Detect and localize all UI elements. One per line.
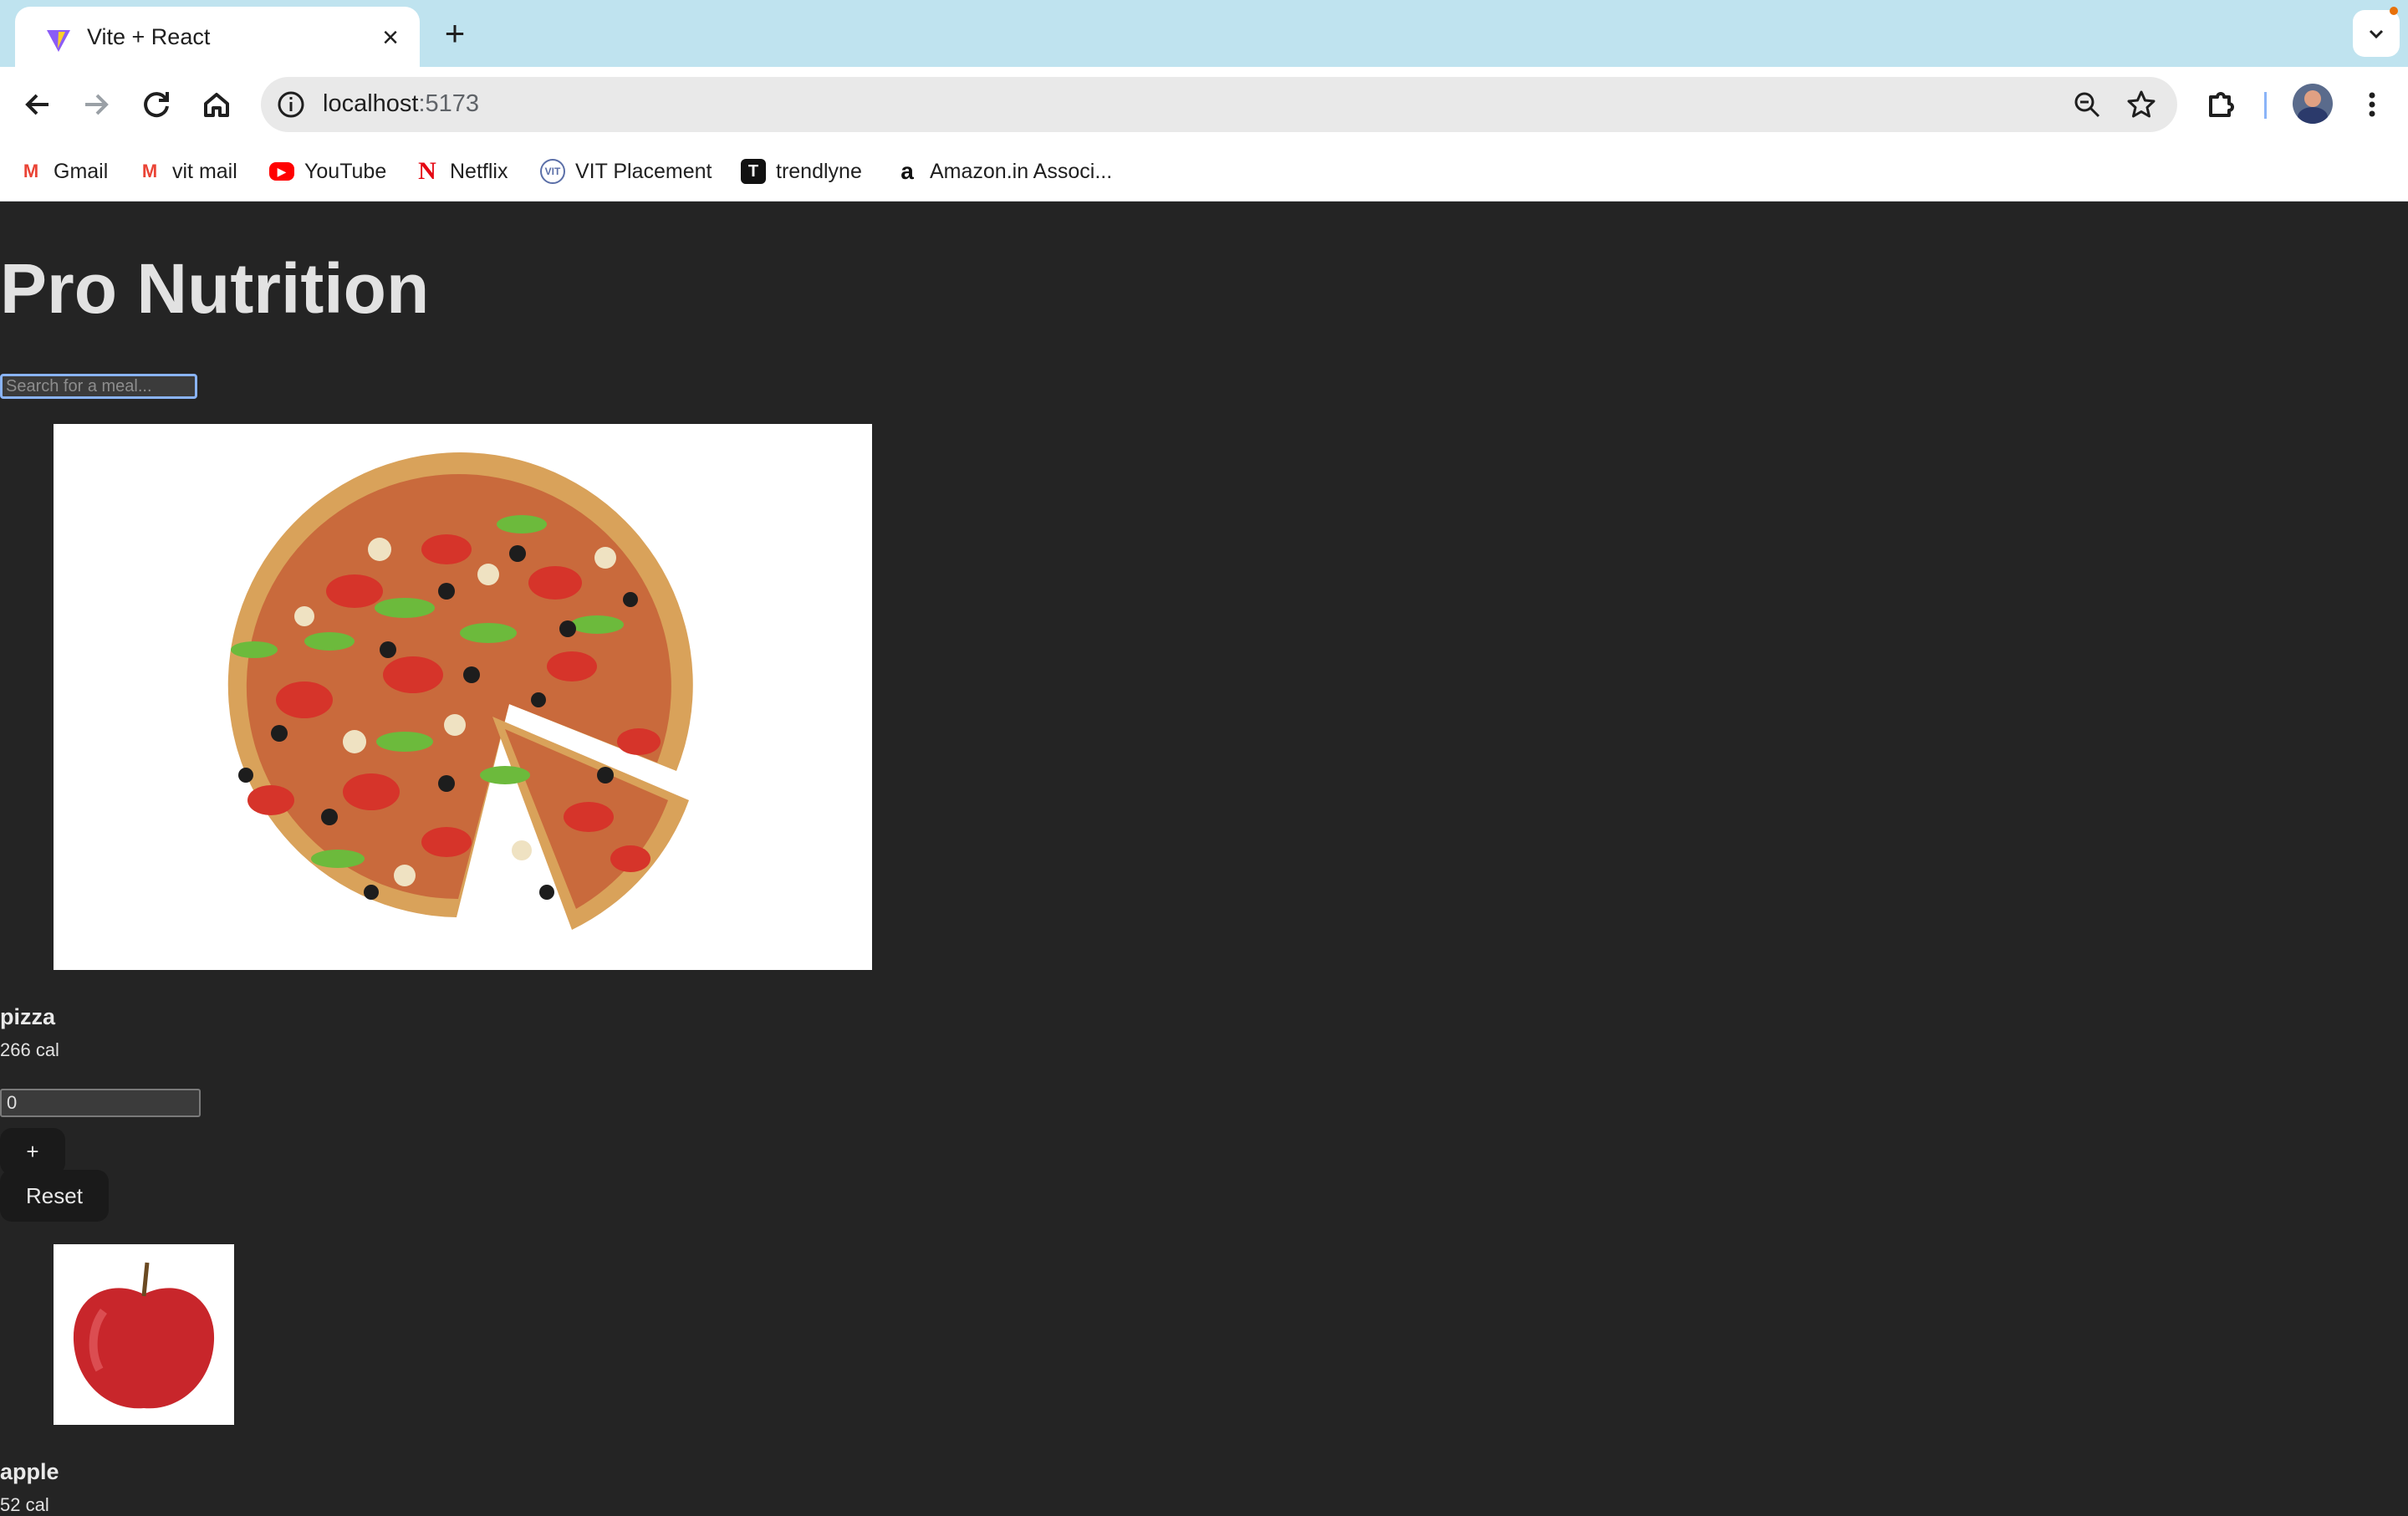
apple-illustration <box>73 1262 215 1409</box>
bookmark-youtube[interactable]: ▶ YouTube <box>269 157 386 186</box>
netflix-icon: N <box>418 157 436 185</box>
forward-button[interactable] <box>77 85 115 124</box>
bookmark-label: YouTube <box>304 159 387 183</box>
bookmark-star-icon[interactable] <box>2125 89 2157 120</box>
amazon-icon: a <box>900 158 914 184</box>
avatar-body <box>2298 107 2328 124</box>
youtube-icon: ▶ <box>269 162 294 181</box>
food-name: apple <box>0 1459 59 1484</box>
food-name: pizza <box>0 1004 56 1029</box>
profile-avatar[interactable] <box>2293 84 2333 124</box>
menu-button[interactable] <box>2353 85 2391 124</box>
vite-favicon-icon <box>47 30 70 52</box>
pizza-illustration <box>227 452 693 930</box>
avatar-face <box>2304 90 2321 107</box>
gmail-icon: M <box>141 161 158 181</box>
food-calories: 52 cal <box>0 1494 49 1515</box>
bookmark-trendlyne[interactable]: T trendlyne <box>741 157 862 186</box>
tab-title: Vite + React <box>87 24 211 49</box>
tab-strip: Vite + React × + <box>0 0 2408 67</box>
trendlyne-icon: T <box>741 159 766 184</box>
food-calories: 266 cal <box>0 1039 59 1060</box>
vit-icon: VIT <box>540 159 565 184</box>
home-icon <box>204 93 229 117</box>
reload-icon <box>144 92 169 118</box>
pizza-image <box>54 424 872 970</box>
puzzle-icon <box>2209 92 2234 117</box>
add-button[interactable]: + <box>0 1128 65 1175</box>
site-info-icon[interactable] <box>276 89 306 120</box>
more-vertical-icon <box>2369 92 2375 117</box>
app-page: Pro Nutrition Search for a meal... pizza… <box>0 202 2408 1515</box>
reset-button[interactable]: Reset <box>0 1170 109 1222</box>
home-button[interactable] <box>197 85 236 124</box>
bookmarks-bar: M Gmail M vit mail ▶ YouTube N Netflix V… <box>0 142 2408 202</box>
url-text: localhost:5173 <box>323 90 479 118</box>
url-host: localhost <box>323 90 419 117</box>
extensions-button[interactable] <box>2202 85 2241 124</box>
bookmark-label: vit mail <box>172 159 237 183</box>
tab-search-button[interactable] <box>2353 10 2400 57</box>
url-port: :5173 <box>418 90 480 117</box>
bookmark-label: trendlyne <box>776 159 862 183</box>
bookmark-vit-placement[interactable]: VIT VIT Placement <box>540 157 712 186</box>
reload-button[interactable] <box>137 85 176 124</box>
quantity-input[interactable] <box>0 1089 201 1117</box>
address-bar[interactable]: localhost:5173 <box>261 77 2177 132</box>
arrow-right-icon <box>85 94 109 115</box>
bookmark-label: Amazon.in Associ... <box>930 159 1113 183</box>
new-tab-icon[interactable]: + <box>436 15 473 52</box>
bookmark-label: VIT Placement <box>575 159 712 183</box>
active-tab[interactable]: Vite + React × <box>15 7 420 67</box>
page-title: Pro Nutrition <box>0 249 430 328</box>
bookmark-vit-mail[interactable]: M vit mail <box>137 157 237 186</box>
gmail-icon: M <box>23 161 39 181</box>
close-tab-icon[interactable]: × <box>376 23 405 52</box>
toolbar-divider <box>2264 92 2267 119</box>
notification-dot <box>2390 7 2398 15</box>
meal-search-input[interactable] <box>0 374 197 399</box>
chevron-down-icon <box>2369 29 2384 39</box>
back-button[interactable] <box>18 85 57 124</box>
bookmark-label: Gmail <box>54 159 109 183</box>
bookmark-netflix[interactable]: N Netflix <box>415 157 508 186</box>
zoom-icon[interactable] <box>2072 89 2102 120</box>
bookmark-label: Netflix <box>450 159 508 183</box>
bookmark-gmail[interactable]: M Gmail <box>18 157 108 186</box>
arrow-left-icon <box>25 94 48 115</box>
bookmark-amazon[interactable]: a Amazon.in Associ... <box>895 157 1112 186</box>
browser-toolbar: localhost:5173 <box>0 67 2408 142</box>
apple-image <box>54 1244 234 1425</box>
